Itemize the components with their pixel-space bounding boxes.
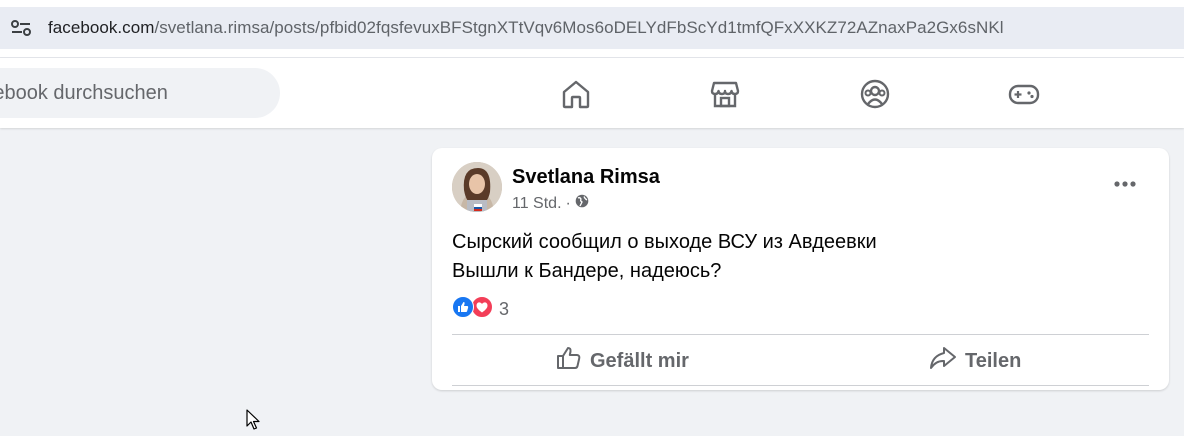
home-icon[interactable] [558, 76, 594, 112]
post-line: Вышли к Бандере, надеюсь? [452, 260, 722, 282]
search-placeholder: Facebook durchsuchen [0, 82, 168, 104]
marketplace-icon[interactable] [707, 76, 743, 112]
groups-icon[interactable] [857, 76, 893, 112]
url-path: /svetlana.rimsa/posts/pfbid02fqsfevuxBFS… [154, 18, 1004, 37]
thumbs-up-icon [556, 346, 582, 376]
facebook-header: Facebook durchsuchen [0, 58, 1184, 128]
reactions-summary[interactable]: 3 [452, 296, 509, 323]
search-input[interactable]: Facebook durchsuchen [0, 82, 168, 105]
site-settings-icon[interactable] [6, 16, 36, 40]
post-card: Svetlana Rimsa 11 Std. · Сырский сообщил… [432, 148, 1169, 390]
search-box[interactable]: Facebook durchsuchen [0, 68, 280, 118]
more-options-icon[interactable] [1112, 174, 1138, 194]
meta-separator: · [565, 194, 571, 212]
post-line: Сырский сообщил о выходе ВСУ из Авдеевки [452, 231, 877, 253]
like-label: Gefällt mir [590, 349, 689, 372]
mouse-cursor-icon [246, 409, 262, 436]
author-name[interactable]: Svetlana Rimsa [512, 166, 660, 189]
share-label: Teilen [965, 349, 1022, 372]
globe-icon [575, 194, 589, 213]
share-arrow-icon [929, 346, 957, 376]
divider [452, 334, 1149, 335]
gaming-icon[interactable] [1006, 76, 1042, 112]
post-text: Сырский сообщил о выходе ВСУ из Авдеевки… [452, 228, 877, 286]
post-time[interactable]: 11 Std. [512, 195, 562, 213]
avatar[interactable] [452, 162, 502, 212]
reaction-count: 3 [499, 299, 510, 319]
like-reaction-icon [452, 296, 474, 323]
post-meta: 11 Std. · [512, 194, 589, 213]
url-host: facebook.com [48, 18, 155, 37]
divider [452, 385, 1149, 386]
love-reaction-icon [471, 296, 493, 323]
url-text[interactable]: facebook.com/svetlana.rimsa/posts/pfbid0… [48, 18, 1004, 38]
share-button[interactable]: Teilen [929, 336, 1021, 386]
like-button[interactable]: Gefällt mir [556, 336, 689, 386]
browser-address-bar: facebook.com/svetlana.rimsa/posts/pfbid0… [0, 0, 1184, 58]
url-field[interactable]: facebook.com/svetlana.rimsa/posts/pfbid0… [0, 7, 1184, 49]
